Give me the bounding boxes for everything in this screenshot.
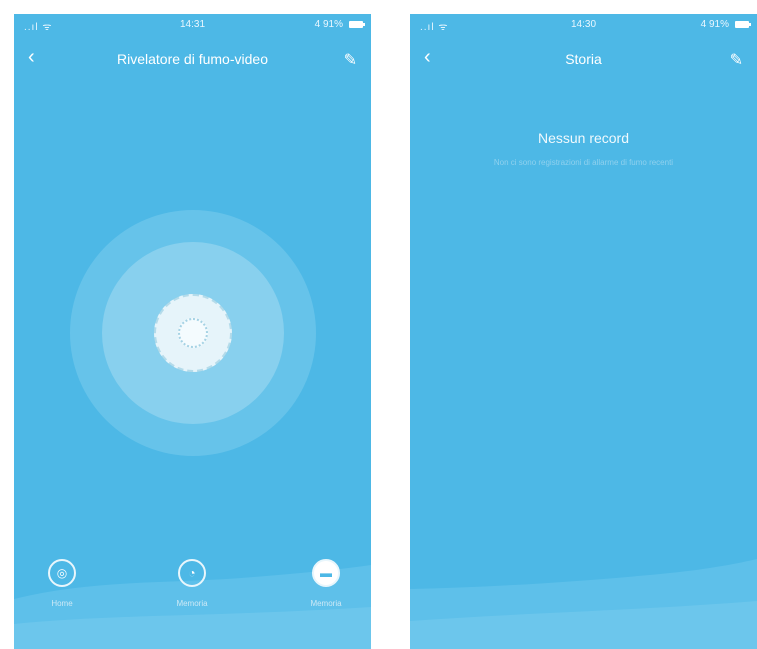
smoke-detector-camera [178, 318, 208, 348]
card-icon: ▬ [312, 559, 340, 587]
nav-bar: ‹ Rivelatore di fumo-video ✎ [14, 42, 371, 76]
empty-state-title: Nessun record [537, 130, 630, 146]
history-screen: ..ıl ᯤ 14:30 4 91% ‹ Storia ✎ Nessun rec… [410, 14, 757, 649]
nav-bar: ‹ Storia ✎ [410, 42, 757, 76]
status-bar: ..ıl ᯤ 14:31 4 91% [14, 14, 371, 36]
page-title: Storia [565, 51, 602, 67]
battery-level: 4 91% [314, 19, 343, 30]
storage-button-label: Memoria [310, 599, 342, 608]
home-button[interactable]: ◎ Home [34, 559, 90, 629]
storage-button[interactable]: ▬ Memoria [298, 559, 354, 629]
battery-icon [735, 21, 751, 28]
battery-level: 4 91% [700, 19, 729, 30]
status-bar: ..ıl ᯤ 14:30 4 91% [410, 14, 757, 36]
page-title: Rivelatore di fumo-video [117, 51, 268, 67]
edit-icon[interactable]: ✎ [730, 50, 743, 70]
home-icon: ◎ [48, 559, 76, 587]
device-panel-screen: ..ıl ᯤ 14:31 4 91% ‹ Rivelatore di fumo-… [14, 14, 371, 649]
edit-icon[interactable]: ✎ [344, 50, 357, 70]
clock-icon: ◔ [178, 559, 206, 587]
memory-button[interactable]: ◔ Memoria [164, 559, 220, 629]
battery-icon [349, 21, 365, 28]
memory-button-label: Memoria [176, 599, 208, 608]
home-button-label: Home [51, 599, 73, 608]
smoke-detector-image [154, 294, 232, 372]
empty-state-subtitle: Non ci sono registrazioni di allarme di … [493, 158, 674, 167]
bottom-wave [410, 559, 757, 649]
